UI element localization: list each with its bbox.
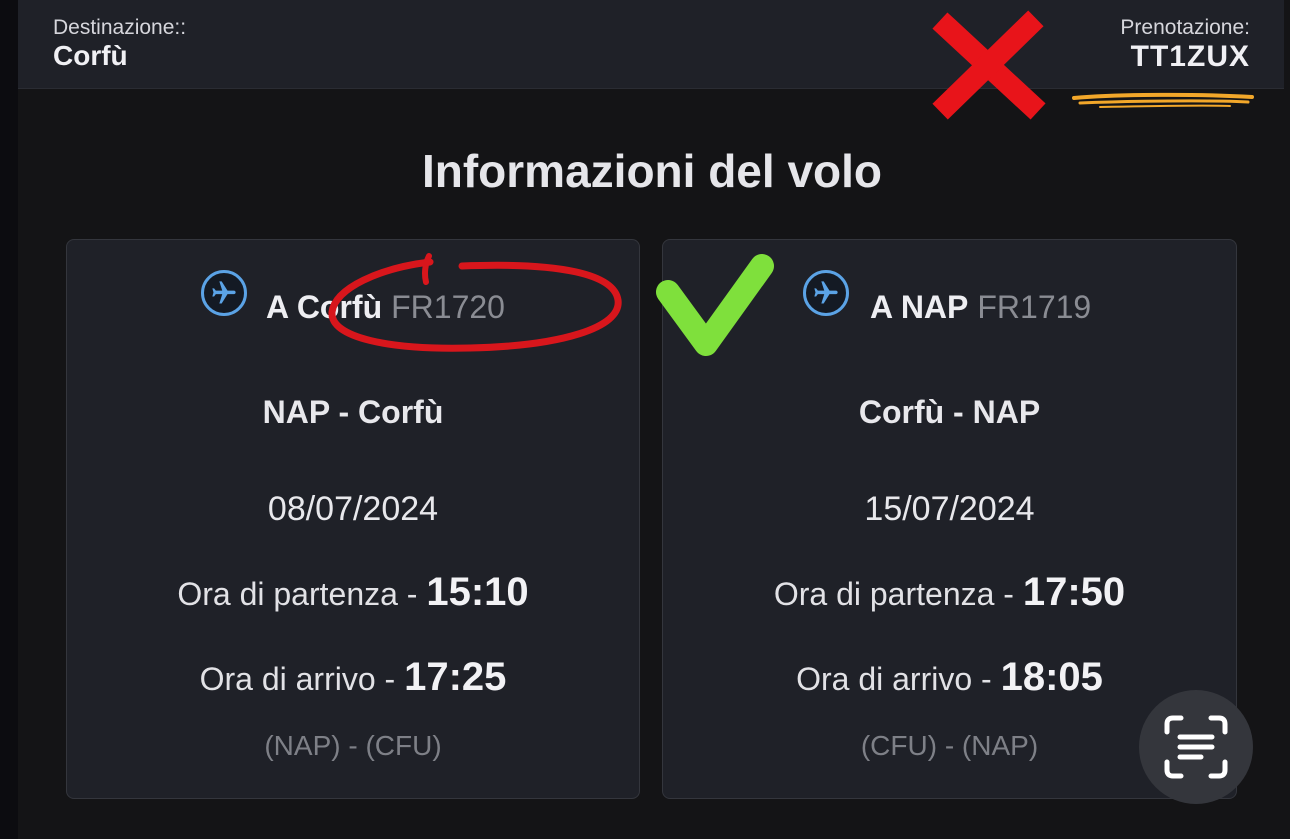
flight-number: FR1720 [391,289,505,325]
departure-time-row: Ora di partenza - 15:10 [67,570,639,615]
arrival-time-row: Ora di arrivo - 17:25 [67,655,639,700]
page-title: Informazioni del volo [421,145,883,197]
orange-underline-mark [1072,92,1254,108]
departure-time: 17:50 [1022,570,1126,614]
flight-card-outbound[interactable]: A Corfù FR1720 NAP - Corfù 08/07/2024 Ora… [66,239,640,799]
booking-header: Destinazione:: Corfù Prenotazione: TT1ZU… [18,0,1284,89]
text-scan-icon [1164,715,1228,779]
flight-number: FR1719 [977,289,1092,325]
left-edge-strip [0,0,18,839]
booking-code[interactable]: TT1ZUX [1131,40,1250,74]
arrival-time: 17:25 [404,655,507,699]
arrival-label: Ora di arrivo - [796,661,1001,697]
flight-heading: A NAP FR1719 [870,289,1091,326]
text-scan-button[interactable] [1139,690,1253,804]
departure-label: Ora di partenza - [773,576,1023,612]
departure-label: Ora di partenza - [177,576,427,612]
booking-label: Prenotazione: [1120,16,1250,39]
flight-direction: A NAP [870,289,969,325]
flight-route: NAP - Corfù [262,394,444,430]
departure-time-row: Ora di partenza - 17:50 [663,570,1236,615]
departure-time: 15:10 [426,570,529,614]
airport-codes: (NAP) - (CFU) [264,730,442,761]
airplane-icon [201,270,247,316]
airplane-icon [803,270,849,316]
destination-label: Destinazione:: [53,16,187,39]
flight-route: Corfù - NAP [858,394,1041,430]
flight-date: 15/07/2024 [864,490,1035,528]
flight-date: 08/07/2024 [267,490,439,528]
flight-heading: A Corfù FR1720 [266,289,505,326]
flight-direction: A Corfù [266,289,383,325]
arrival-time: 18:05 [1000,655,1103,699]
arrival-label: Ora di arrivo - [199,661,405,697]
arrival-time-row: Ora di arrivo - 18:05 [663,655,1236,700]
destination-value: Corfù [53,40,128,71]
